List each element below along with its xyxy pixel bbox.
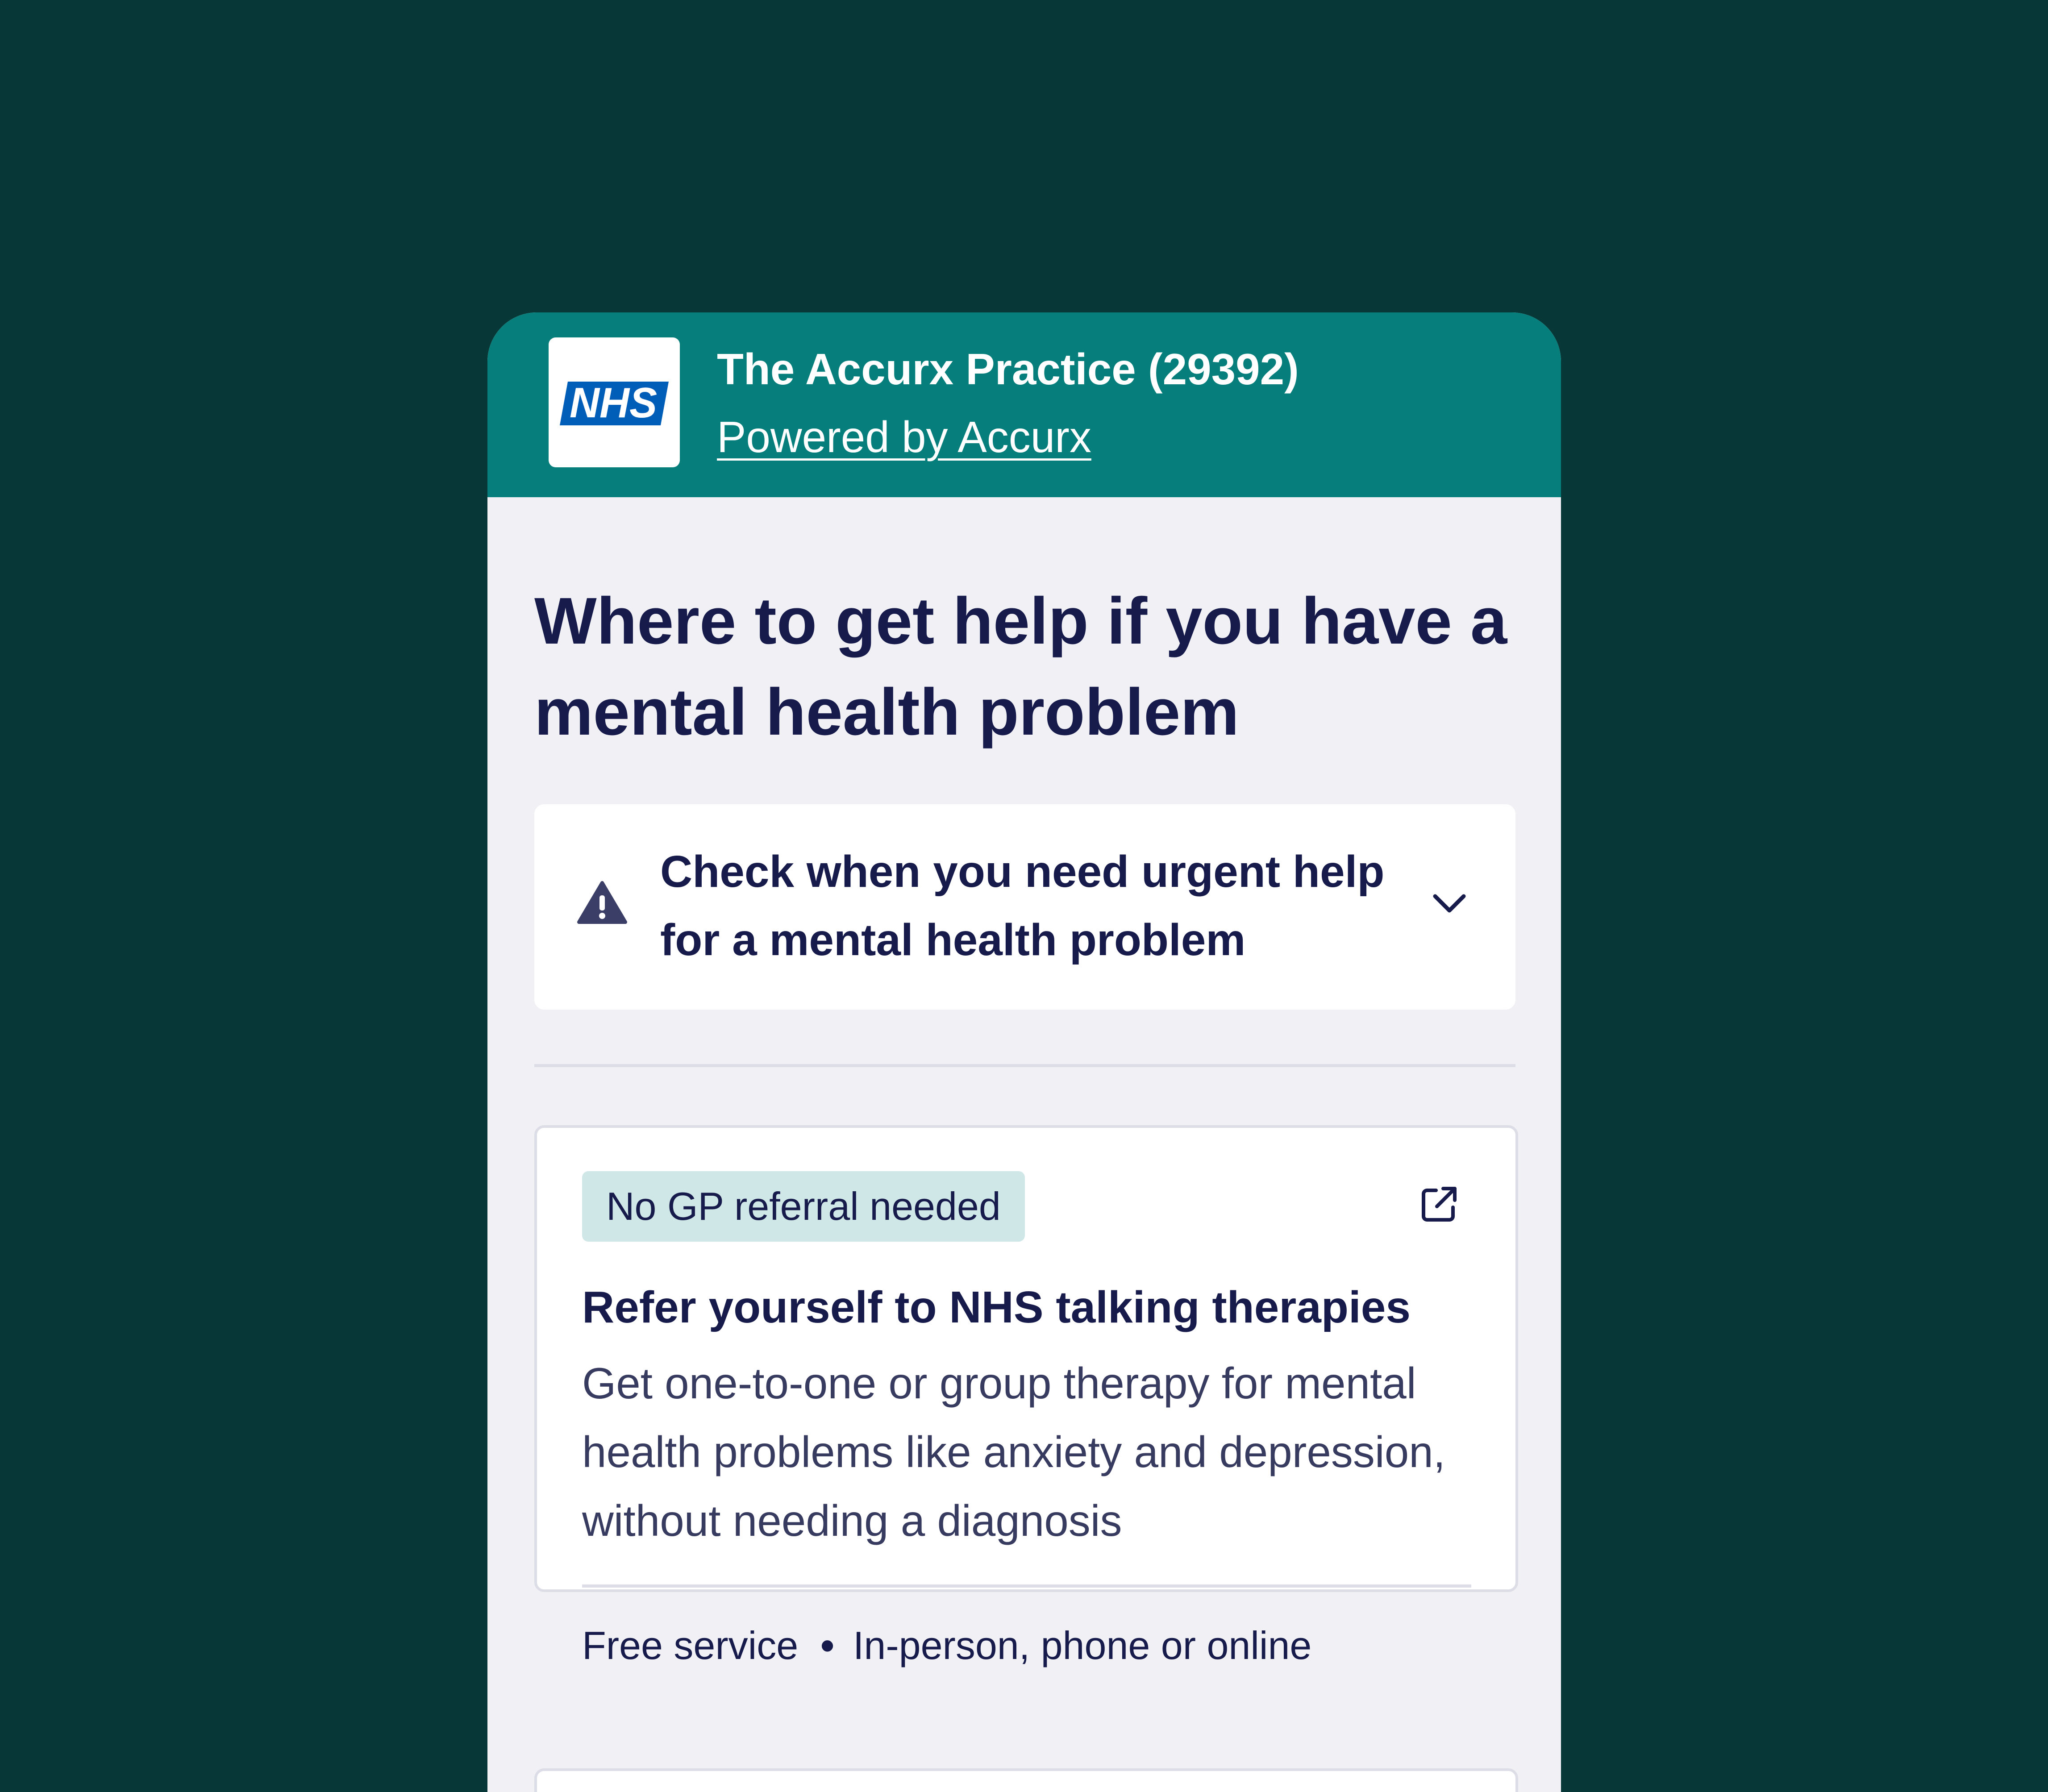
service-card-talking-therapies[interactable]: No GP referral needed Refer yourself to … (534, 1125, 1518, 1667)
service-description: Get one-to-one or group therapy for ment… (582, 1359, 1445, 1545)
page-title: Where to get help if you have a mental h… (534, 584, 1507, 749)
warning-triangle-icon (577, 881, 627, 924)
mobile-screen: NHS The Accurx Practice (29392) Powered … (487, 312, 1561, 1792)
service-title[interactable]: Refer yourself to NHS talking therapies (582, 1276, 1411, 1339)
nhs-logo-text: NHS (570, 382, 657, 425)
service-cost: Free service (582, 1623, 799, 1667)
urgent-help-label: Check when you need urgent help for a me… (660, 847, 1385, 965)
powered-by-link[interactable]: Powered by Accurx (717, 408, 1091, 466)
section-divider (534, 1064, 1515, 1067)
urgent-help-accordion[interactable]: Check when you need urgent help for a me… (534, 804, 1515, 1010)
practice-header: NHS The Accurx Practice (29392) Powered … (487, 312, 1561, 497)
external-link-icon[interactable] (1420, 1186, 1457, 1223)
next-service-card[interactable] (534, 1768, 1518, 1792)
chevron-down-icon[interactable] (1432, 890, 1467, 917)
no-referral-badge: No GP referral needed (582, 1171, 1025, 1242)
card-divider (582, 1584, 1471, 1588)
meta-separator: • (820, 1623, 834, 1667)
nhs-logo-tile: NHS (549, 337, 680, 467)
practice-name: The Accurx Practice (29392) (717, 345, 1299, 394)
service-meta: Free service • In-person, phone or online (582, 1617, 1311, 1675)
nhs-logo: NHS (560, 382, 669, 425)
service-access: In-person, phone or online (853, 1623, 1312, 1667)
